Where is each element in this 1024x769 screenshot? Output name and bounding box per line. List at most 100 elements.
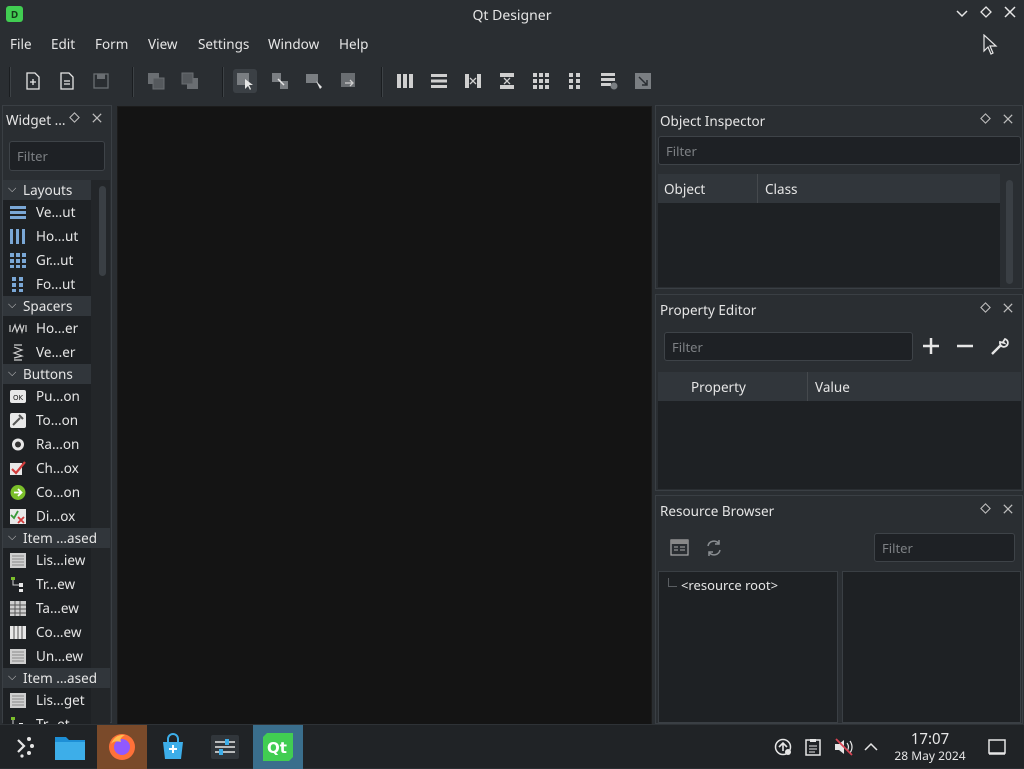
float-dock-button[interactable] bbox=[980, 300, 991, 317]
widget-check-box[interactable]: Ch...ox bbox=[3, 456, 91, 480]
widget-list-scrollbar[interactable] bbox=[99, 186, 106, 276]
taskbar-qt-designer[interactable]: Qt bbox=[253, 725, 303, 769]
new-form-button[interactable] bbox=[21, 69, 45, 93]
dialog-button-box-icon bbox=[10, 509, 26, 524]
object-tree-scrollbar[interactable] bbox=[1006, 180, 1013, 284]
resource-filter-input[interactable]: Filter bbox=[874, 533, 1015, 562]
resource-list[interactable] bbox=[842, 571, 1021, 723]
application-launcher[interactable] bbox=[0, 725, 50, 769]
volume-muted-icon[interactable] bbox=[834, 738, 854, 756]
reload-resources-button[interactable] bbox=[704, 538, 724, 558]
column-object[interactable]: Object bbox=[664, 180, 705, 198]
menu-view[interactable]: View bbox=[148, 35, 178, 53]
property-filter-input[interactable]: Filter bbox=[664, 332, 913, 361]
clipboard-icon[interactable] bbox=[805, 738, 821, 756]
taskbar-file-manager[interactable] bbox=[45, 725, 95, 769]
widget-horizontal-layout[interactable]: Ho...ut bbox=[3, 224, 91, 248]
remove-property-button[interactable] bbox=[954, 335, 976, 357]
category-spacers[interactable]: ⌵ Spacers bbox=[3, 296, 91, 316]
widget-grid-layout[interactable]: Gr...ut bbox=[3, 248, 91, 272]
float-dock-button[interactable] bbox=[69, 110, 80, 127]
column-property[interactable]: Property bbox=[691, 378, 746, 396]
maximize-button[interactable] bbox=[977, 5, 995, 23]
widget-undo-view[interactable]: Un...ew bbox=[3, 644, 91, 668]
form-layout-icon bbox=[12, 277, 23, 292]
toolbar-separator bbox=[132, 67, 134, 97]
close-dock-button[interactable] bbox=[1003, 111, 1013, 128]
object-inspector-dock: Object Inspector Filter Object Class bbox=[655, 105, 1023, 289]
signals-slots-icon bbox=[272, 73, 288, 89]
category-item-views[interactable]: ⌵ Item ...ased bbox=[3, 528, 110, 548]
adjust-size-button[interactable] bbox=[631, 69, 655, 93]
edit-resources-button[interactable] bbox=[670, 539, 690, 557]
category-layouts[interactable]: ⌵ Layouts bbox=[3, 180, 91, 200]
close-dock-button[interactable] bbox=[1003, 300, 1013, 317]
resource-browser-title: Resource Browser bbox=[660, 502, 775, 520]
layout-h-splitter-button[interactable] bbox=[461, 69, 485, 93]
widget-filter-input[interactable]: Filter bbox=[9, 141, 105, 171]
widget-push-button[interactable]: OK Pu...on bbox=[3, 384, 91, 408]
widget-tree-view[interactable]: Tr...ew bbox=[3, 572, 91, 596]
widget-form-layout[interactable]: Fo...ut bbox=[3, 272, 91, 296]
form-editor-area[interactable] bbox=[117, 106, 652, 726]
configure-property-button[interactable] bbox=[988, 335, 1010, 357]
add-property-button[interactable] bbox=[920, 335, 942, 357]
edit-tab-order-button[interactable] bbox=[337, 69, 361, 93]
layout-horizontally-button[interactable] bbox=[393, 69, 417, 93]
widget-list-view[interactable]: Lis...iew bbox=[3, 548, 91, 572]
menu-form[interactable]: Form bbox=[95, 35, 128, 53]
save-icon bbox=[93, 73, 109, 89]
widget-column-view[interactable]: Co...ew bbox=[3, 620, 91, 644]
menu-file[interactable]: File bbox=[10, 35, 32, 53]
menu-edit[interactable]: Edit bbox=[51, 35, 75, 53]
taskbar-firefox[interactable] bbox=[97, 725, 147, 769]
column-value[interactable]: Value bbox=[815, 378, 850, 396]
edit-buddies-button[interactable] bbox=[302, 69, 326, 93]
widget-horizontal-spacer[interactable]: Ho...er bbox=[3, 316, 91, 340]
widget-list-widget[interactable]: Lis...get bbox=[3, 688, 91, 712]
layout-form-button[interactable] bbox=[563, 69, 587, 93]
close-window-button[interactable] bbox=[1001, 5, 1019, 23]
edit-widgets-button[interactable] bbox=[233, 69, 257, 93]
layout-grid-button[interactable] bbox=[529, 69, 553, 93]
resource-root-item[interactable]: <resource root> bbox=[681, 576, 778, 594]
close-dock-button[interactable] bbox=[1003, 501, 1013, 518]
save-form-button[interactable] bbox=[89, 69, 113, 93]
widget-radio-button[interactable]: Ra...on bbox=[3, 432, 91, 456]
show-desktop-button[interactable] bbox=[988, 738, 1006, 756]
taskbar-discover[interactable] bbox=[148, 725, 198, 769]
show-hidden-icons-button[interactable] bbox=[863, 740, 879, 754]
menu-help[interactable]: Help bbox=[339, 35, 368, 53]
close-icon bbox=[1004, 6, 1016, 18]
clock[interactable]: 17:07 28 May 2024 bbox=[885, 731, 975, 764]
bring-to-front-button[interactable] bbox=[144, 69, 168, 93]
category-item-widgets[interactable]: ⌵ Item ...ased bbox=[3, 668, 110, 688]
column-class[interactable]: Class bbox=[765, 180, 798, 198]
resource-tree[interactable]: <resource root> bbox=[658, 571, 838, 723]
system-update-icon[interactable] bbox=[774, 738, 792, 756]
widget-command-link-button[interactable]: Co...on bbox=[3, 480, 91, 504]
menu-window[interactable]: Window bbox=[268, 35, 319, 53]
layout-vertically-button[interactable] bbox=[427, 69, 451, 93]
widget-vertical-layout[interactable]: Ve...ut bbox=[3, 200, 91, 224]
widget-dialog-button-box[interactable]: Di...ox bbox=[3, 504, 91, 528]
widget-tool-button[interactable]: To...on bbox=[3, 408, 91, 432]
open-form-button[interactable] bbox=[55, 69, 79, 93]
store-bag-icon bbox=[163, 733, 183, 759]
minimize-button[interactable] bbox=[953, 5, 971, 23]
widget-table-view[interactable]: Ta...ew bbox=[3, 596, 91, 620]
close-dock-button[interactable] bbox=[92, 110, 102, 127]
widget-vertical-spacer[interactable]: Ve...er bbox=[3, 340, 91, 364]
layout-v-splitter-button[interactable] bbox=[495, 69, 519, 93]
taskbar-system-settings[interactable] bbox=[200, 725, 250, 769]
break-layout-button[interactable] bbox=[597, 69, 621, 93]
float-dock-button[interactable] bbox=[980, 501, 991, 518]
float-dock-button[interactable] bbox=[980, 111, 991, 128]
object-filter-input[interactable]: Filter bbox=[658, 136, 1021, 165]
taskbar: Qt 17:07 28 May 2024 bbox=[0, 724, 1024, 769]
send-to-back-button[interactable] bbox=[178, 69, 202, 93]
menu-settings[interactable]: Settings bbox=[198, 35, 249, 53]
category-buttons[interactable]: ⌵ Buttons bbox=[3, 364, 91, 384]
edit-signals-slots-button[interactable] bbox=[268, 69, 292, 93]
open-file-icon bbox=[60, 72, 74, 90]
